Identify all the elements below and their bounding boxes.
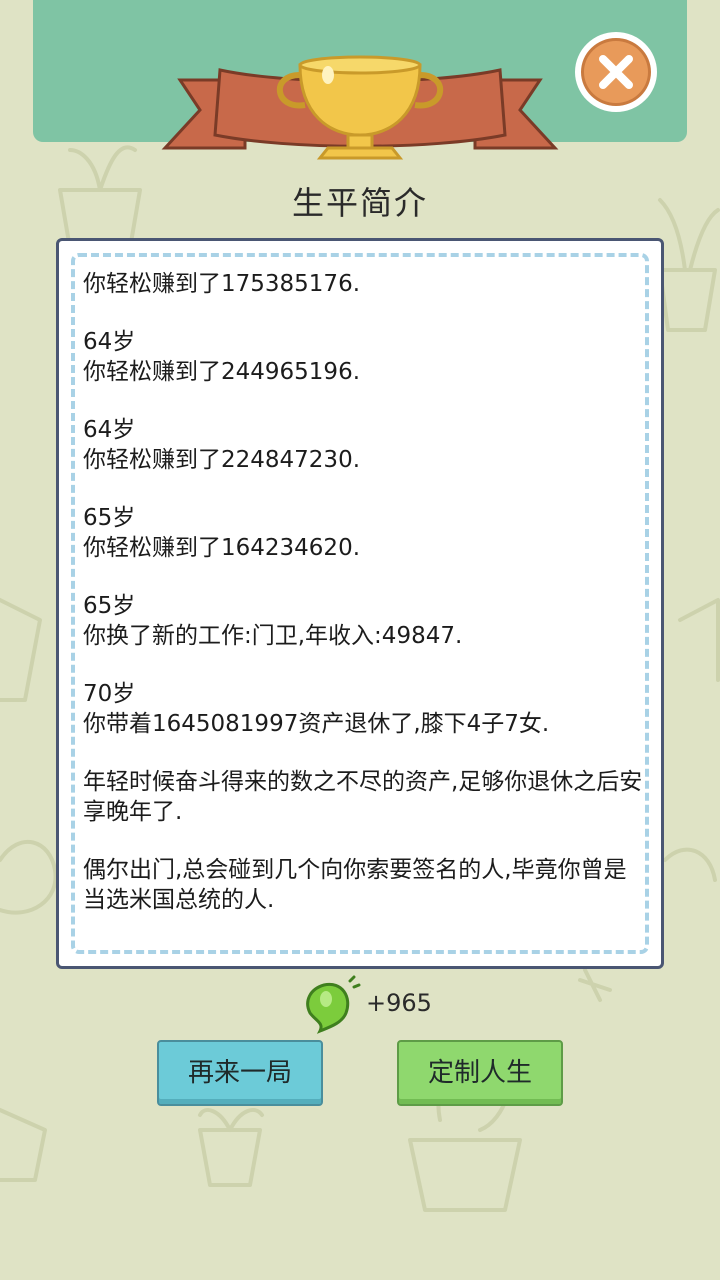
entry-text: 年轻时候奋斗得来的数之不尽的资产,足够你退休之后安享晚年了. [83, 769, 643, 825]
entry-age: 64岁 [83, 329, 136, 355]
life-summary-panel: 你轻松赚到了175385176. 64岁 你轻松赚到了244965196. 64… [56, 238, 664, 969]
log-entry: 65岁 你换了新的工作:门卫,年收入:49847. [83, 591, 643, 651]
entry-text: 你换了新的工作:门卫,年收入:49847. [83, 623, 463, 649]
entry-age: 65岁 [83, 593, 136, 619]
close-button[interactable] [575, 32, 657, 112]
entry-age: 70岁 [83, 681, 136, 707]
entry-age: 64岁 [83, 417, 136, 443]
log-entry: 年轻时候奋斗得来的数之不尽的资产,足够你退休之后安享晚年了. [83, 767, 643, 827]
life-log: 你轻松赚到了175385176. 64岁 你轻松赚到了244965196. 64… [83, 269, 643, 943]
customize-life-button[interactable]: 定制人生 [397, 1040, 563, 1106]
log-entry: 64岁 你轻松赚到了224847230. [83, 415, 643, 475]
page-title: 生平简介 [291, 184, 428, 222]
log-entry: 65岁 你轻松赚到了164234620. [83, 503, 643, 563]
entry-text: 你轻松赚到了175385176. [83, 271, 361, 297]
entry-age: 65岁 [83, 505, 136, 531]
log-entry: 偶尔出门,总会碰到几个向你索要签名的人,毕竟你曾是当选米国总统的人. [83, 855, 643, 915]
play-again-button[interactable]: 再来一局 [157, 1040, 323, 1106]
log-entry: 70岁 你带着1645081997资产退休了,膝下4子7女. [83, 679, 643, 739]
close-icon [599, 55, 633, 89]
log-entry: 你轻松赚到了175385176. [83, 269, 643, 299]
green-seed-icon [306, 975, 361, 1034]
reward-amount: +965 [366, 989, 432, 1017]
trophy-ribbon [160, 40, 560, 165]
entry-text: 你轻松赚到了164234620. [83, 535, 361, 561]
entry-text: 你轻松赚到了224847230. [83, 447, 361, 473]
log-entry: 64岁 你轻松赚到了244965196. [83, 327, 643, 387]
entry-text: 偶尔出门,总会碰到几个向你索要签名的人,毕竟你曾是当选米国总统的人. [83, 857, 627, 913]
entry-text: 你轻松赚到了244965196. [83, 359, 361, 385]
reward-display: +965 [302, 975, 502, 1035]
trophy-icon [161, 55, 559, 160]
entry-text: 你带着1645081997资产退休了,膝下4子7女. [83, 711, 550, 737]
